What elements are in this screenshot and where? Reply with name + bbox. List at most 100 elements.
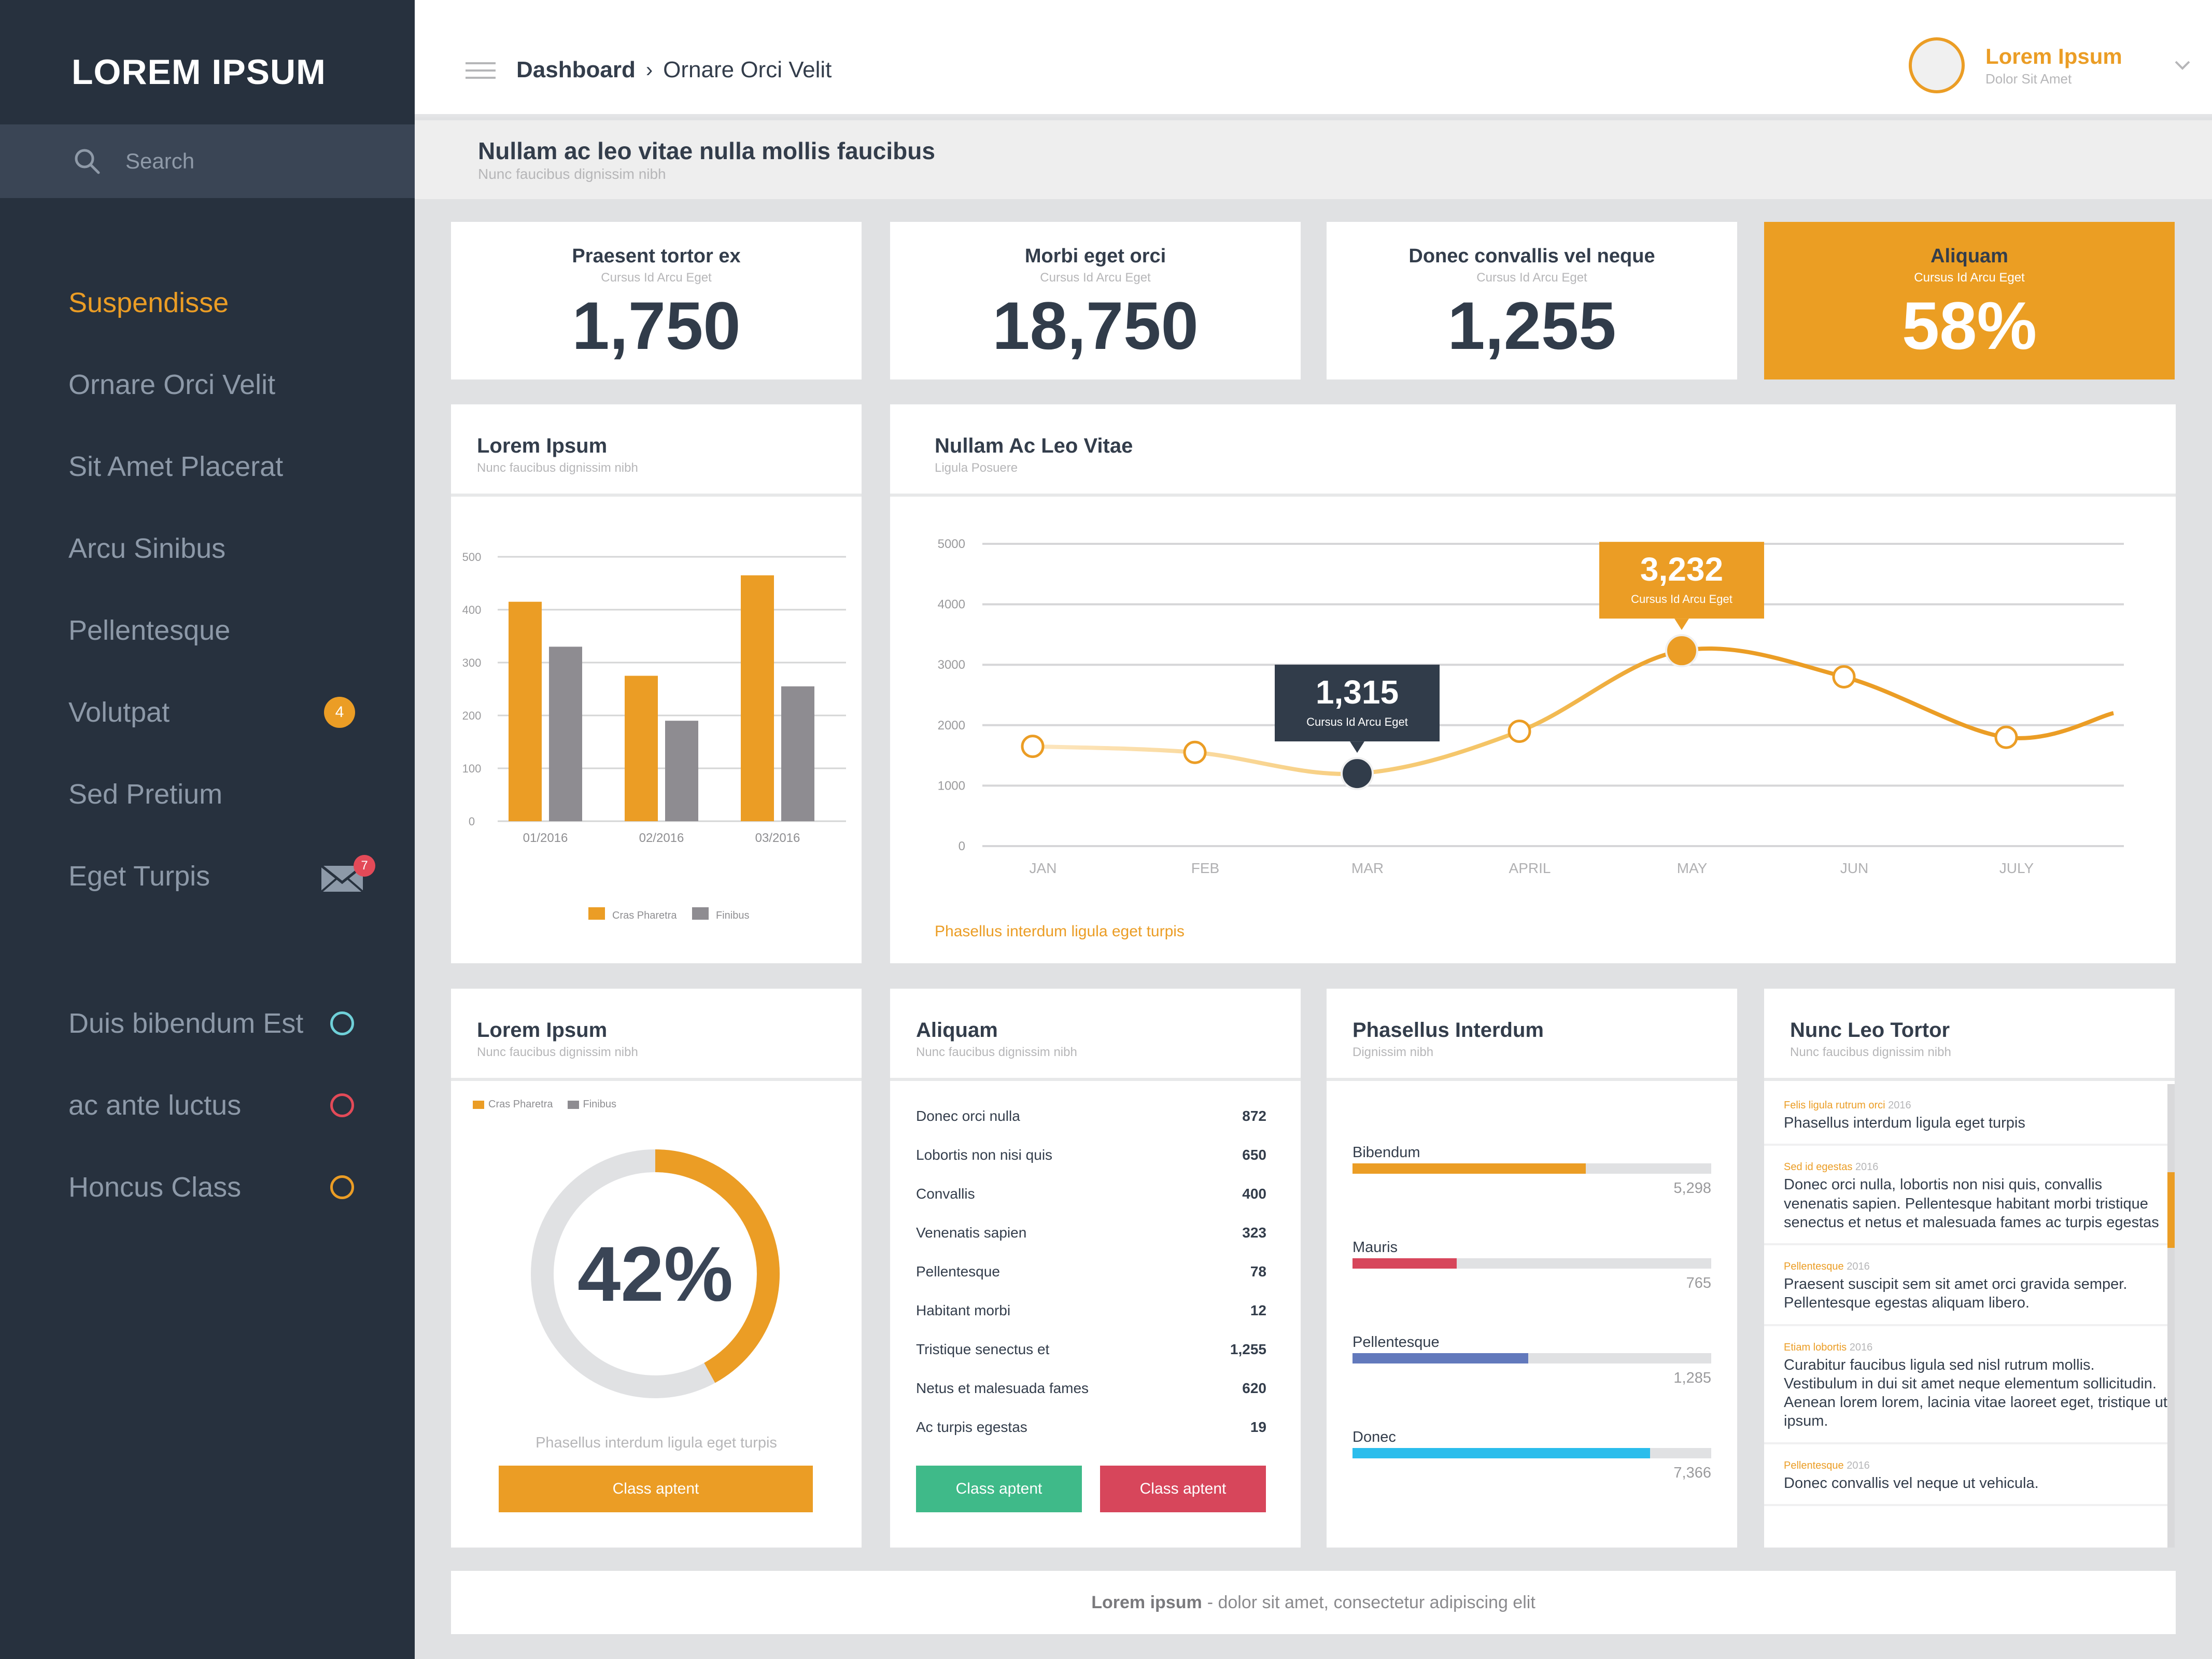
sidebar-item-label: Sed Pretium bbox=[68, 779, 223, 810]
table-row[interactable]: Donec orci nulla 872 bbox=[916, 1108, 1266, 1124]
sidebar-item-honcus-class[interactable]: Honcus Class bbox=[0, 1146, 415, 1228]
sidebar-item-pellentesque[interactable]: Pellentesque bbox=[0, 589, 415, 671]
tooltip-value: 1,315 bbox=[1316, 673, 1399, 711]
sidebar-item-label: Ornare Orci Velit bbox=[68, 369, 276, 400]
feed-item[interactable]: Felis ligula rutrum orci 2016 Phasellus i… bbox=[1764, 1084, 2167, 1146]
status-ring-icon bbox=[330, 1175, 354, 1199]
table-row[interactable]: Lobortis non nisi quis 650 bbox=[916, 1147, 1266, 1163]
sidebar-item-duis-bibendum-est[interactable]: Duis bibendum Est bbox=[0, 982, 415, 1064]
sidebar-item-label: Volutpat bbox=[68, 697, 170, 728]
sidebar-nav: Suspendisse Ornare Orci Velit Sit Amet P… bbox=[0, 262, 415, 917]
sidebar-item-eget-turpis[interactable]: Eget Turpis 7 bbox=[0, 835, 415, 917]
table-row[interactable]: Pellentesque 78 bbox=[916, 1263, 1266, 1280]
data-point bbox=[1832, 665, 1856, 689]
row-value: 1,255 bbox=[1230, 1341, 1266, 1357]
progress-item: Mauris 765 bbox=[1352, 1239, 1711, 1292]
feed-text: Donec orci nulla, lobortis non nisi quis… bbox=[1784, 1176, 2159, 1231]
feed-tag: Etiam lobortis bbox=[1784, 1341, 1847, 1353]
row-value: 400 bbox=[1242, 1186, 1266, 1202]
table-row[interactable]: Venenatis sapien 323 bbox=[916, 1225, 1266, 1241]
user-role: Dolor Sit Amet bbox=[1985, 71, 2072, 87]
page-header: Nullam ac leo vitae nulla mollis faucibu… bbox=[415, 120, 2212, 199]
card-subtitle: Dignissim nibh bbox=[1352, 1045, 1434, 1059]
y-tick-label: 1000 bbox=[938, 779, 965, 793]
feed-item[interactable]: Pellentesque 2016 Donec convallis vel neq… bbox=[1764, 1444, 2167, 1506]
progress-fill bbox=[1352, 1448, 1651, 1458]
progress-label: Donec bbox=[1352, 1429, 1396, 1445]
sidebar: LOREM IPSUM Suspendisse Ornare Orci Veli… bbox=[0, 0, 415, 1659]
row-value: 872 bbox=[1242, 1108, 1266, 1124]
table-row[interactable]: Habitant morbi 12 bbox=[916, 1302, 1266, 1319]
progress-fill bbox=[1352, 1258, 1457, 1269]
feed-text: Donec convallis vel neque ut vehicula. bbox=[1784, 1474, 2039, 1492]
class-aptent-button-red[interactable]: Class aptent bbox=[1100, 1466, 1266, 1512]
feed-year: 2016 bbox=[1847, 1261, 1870, 1272]
sidebar-item-label: Suspendisse bbox=[68, 287, 229, 318]
feed-year: 2016 bbox=[1847, 1459, 1870, 1471]
count-badge: 4 bbox=[324, 697, 355, 728]
breadcrumb-current: Ornare Orci Velit bbox=[663, 57, 832, 82]
chart-footer-link[interactable]: Phasellus interdum ligula eget turpis bbox=[935, 923, 1185, 940]
row-value: 78 bbox=[1250, 1263, 1266, 1280]
stat-subtitle: Cursus Id Arcu Eget bbox=[1914, 271, 2025, 285]
sidebar-search[interactable] bbox=[0, 124, 415, 198]
stat-subtitle: Cursus Id Arcu Eget bbox=[1040, 271, 1151, 285]
tooltip-pointer bbox=[1674, 618, 1689, 630]
row-value: 323 bbox=[1242, 1225, 1266, 1241]
table-row[interactable]: Convallis 400 bbox=[916, 1186, 1266, 1202]
sidebar-item-sed-pretium[interactable]: Sed Pretium bbox=[0, 753, 415, 835]
sidebar-item-arcu-sinibus[interactable]: Arcu Sinibus bbox=[0, 508, 415, 589]
feed-item[interactable]: Sed id egestas 2016 Donec orci nulla, lob… bbox=[1764, 1146, 2167, 1245]
feed-scrollbar[interactable] bbox=[2167, 1084, 2175, 1548]
breadcrumb-home[interactable]: Dashboard bbox=[516, 57, 636, 83]
y-tick-label: 3000 bbox=[938, 658, 965, 672]
feed-year: 2016 bbox=[1855, 1161, 1879, 1173]
y-tick-label: 5000 bbox=[938, 537, 965, 551]
sidebar-item-label: Sit Amet Placerat bbox=[68, 451, 284, 482]
table-row[interactable]: Netus et malesuada fames 620 bbox=[916, 1380, 1266, 1397]
card-subtitle: Ligula Posuere bbox=[935, 461, 1018, 475]
legend-label: Finibus bbox=[716, 910, 749, 921]
x-tick-label: MAY bbox=[1677, 860, 1708, 876]
sidebar-item-suspendisse[interactable]: Suspendisse bbox=[0, 262, 415, 344]
row-label: Convallis bbox=[916, 1186, 975, 1202]
menu-icon[interactable] bbox=[466, 62, 496, 79]
sidebar-item-label: Arcu Sinibus bbox=[68, 533, 226, 564]
card-title: Nunc Leo Tortor bbox=[1790, 1019, 1950, 1042]
progress-item: Pellentesque 1,285 bbox=[1352, 1334, 1711, 1387]
card-title: Aliquam bbox=[916, 1019, 998, 1042]
scrollbar-thumb[interactable] bbox=[2167, 1172, 2175, 1248]
row-value: 620 bbox=[1242, 1380, 1266, 1396]
brand-logo: LOREM IPSUM bbox=[72, 52, 326, 92]
y-tick-label: 2000 bbox=[938, 719, 965, 733]
table-row[interactable]: Ac turpis egestas 19 bbox=[916, 1419, 1266, 1436]
footer: Lorem ipsum - dolor sit amet, consectetu… bbox=[451, 1571, 2176, 1634]
user-menu[interactable]: Lorem Ipsum Dolor Sit Amet bbox=[1909, 37, 2191, 93]
sidebar-item-sit-amet-placerat[interactable]: Sit Amet Placerat bbox=[0, 426, 415, 508]
class-aptent-button-green[interactable]: Class aptent bbox=[916, 1466, 1082, 1512]
sidebar-item-volutpat[interactable]: Volutpat 4 bbox=[0, 671, 415, 753]
chevron-down-icon[interactable] bbox=[2174, 59, 2191, 72]
line-chart: 0 1000 2000 3000 4000 5000 JAN FEB MAR APRIL MAY JU… bbox=[938, 537, 2124, 876]
row-label: Pellentesque bbox=[916, 1263, 1000, 1280]
legend-label: Cras Pharetra bbox=[612, 910, 677, 921]
data-point bbox=[1507, 719, 1531, 743]
sidebar-item-ac-ante-luctus[interactable]: ac ante luctus bbox=[0, 1064, 415, 1146]
bar-cras-pharetra bbox=[625, 676, 658, 821]
row-label: Venenatis sapien bbox=[916, 1225, 1027, 1241]
donut-card: Lorem Ipsum Nunc faucibus dignissim nibh… bbox=[451, 989, 862, 1548]
feed-meta: Etiam lobortis 2016 bbox=[1784, 1342, 2167, 1354]
feed-item[interactable]: Etiam lobortis 2016 Curabitur faucibus li… bbox=[1764, 1326, 2167, 1444]
progress-label: Bibendum bbox=[1352, 1144, 1420, 1161]
search-input[interactable] bbox=[125, 149, 374, 174]
donut-caption: Phasellus interdum ligula eget turpis bbox=[536, 1435, 777, 1451]
stat-value: 58% bbox=[1901, 288, 2037, 363]
class-aptent-button[interactable]: Class aptent bbox=[499, 1466, 813, 1512]
breadcrumb: Dashboard › Ornare Orci Velit bbox=[516, 57, 832, 83]
notification-badge: 7 bbox=[354, 855, 375, 877]
row-label: Donec orci nulla bbox=[916, 1108, 1020, 1124]
table-row[interactable]: Tristique senectus et 1,255 bbox=[916, 1341, 1266, 1358]
sidebar-item-ornare-orci-velit[interactable]: Ornare Orci Velit bbox=[0, 344, 415, 426]
progress-track bbox=[1352, 1258, 1711, 1269]
feed-item[interactable]: Pellentesque 2016 Praesent suscipit sem s… bbox=[1764, 1245, 2167, 1326]
